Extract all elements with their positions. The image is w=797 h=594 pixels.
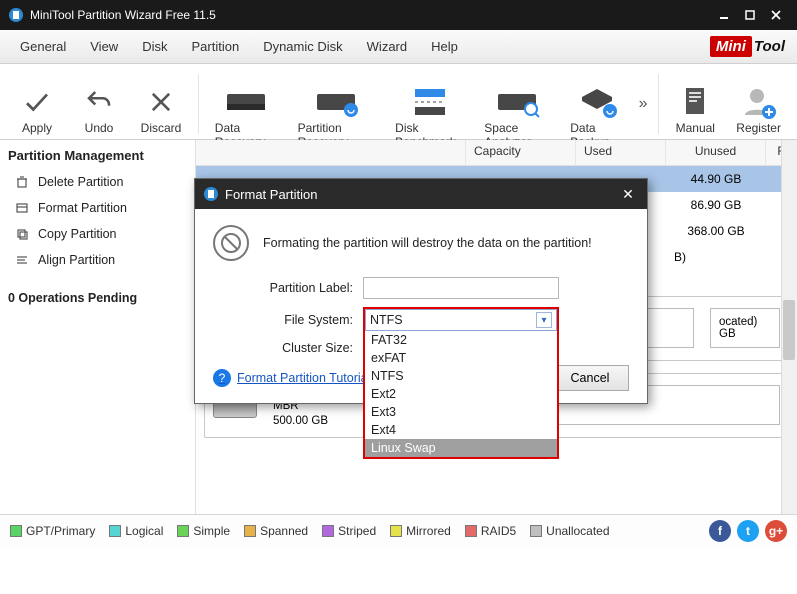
sidebar: Partition Management Delete Partition Fo…	[0, 140, 196, 514]
backup-icon	[570, 83, 624, 121]
tutorial-link[interactable]: ?Format Partition Tutoria	[213, 369, 368, 387]
legend-raid5: RAID5	[465, 524, 516, 538]
dialog-close-button[interactable]: ✕	[617, 186, 639, 203]
file-system-select[interactable]: NTFS ▾	[365, 309, 557, 331]
menu-general[interactable]: General	[8, 35, 78, 58]
fs-option-linux-swap[interactable]: Linux Swap	[365, 439, 557, 457]
format-partition-dialog: Format Partition ✕ Formating the partiti…	[194, 178, 648, 404]
menu-help[interactable]: Help	[419, 35, 470, 58]
partition-label-input[interactable]	[363, 277, 559, 299]
legend-gpt-primary: GPT/Primary	[10, 524, 95, 538]
help-icon: ?	[213, 369, 231, 387]
app-window: MiniTool Partition Wizard Free 11.5 Gene…	[0, 0, 797, 594]
warning-text: Formating the partition will destroy the…	[263, 236, 592, 250]
sidebar-delete-partition[interactable]: Delete Partition	[8, 169, 187, 195]
minimize-button[interactable]	[711, 5, 737, 25]
cluster-size-label: Cluster Size:	[213, 341, 363, 355]
x-icon	[140, 83, 182, 121]
chevron-down-icon: ▾	[536, 312, 552, 328]
apply-button[interactable]: Apply	[6, 69, 68, 139]
space-analyzer-button[interactable]: Space Analyzer	[474, 69, 560, 139]
legend-striped: Striped	[322, 524, 376, 538]
fs-option-fat32[interactable]: FAT32	[365, 331, 557, 349]
align-icon	[14, 252, 30, 268]
menu-view[interactable]: View	[78, 35, 130, 58]
legend-mirrored: Mirrored	[390, 524, 451, 538]
fs-option-exfat[interactable]: exFAT	[365, 349, 557, 367]
col-unused[interactable]: Unused	[666, 140, 766, 165]
close-button[interactable]	[763, 5, 789, 25]
col-capacity[interactable]: Capacity	[466, 140, 576, 165]
sidebar-heading: Partition Management	[8, 148, 187, 163]
menu-disk[interactable]: Disk	[130, 35, 179, 58]
scrollbar-track[interactable]	[781, 140, 797, 514]
menu-partition[interactable]: Partition	[179, 35, 251, 58]
drive-refresh-icon	[309, 83, 363, 121]
dialog-titlebar: Format Partition ✕	[195, 179, 647, 209]
gplus-icon[interactable]: g+	[765, 520, 787, 542]
sidebar-format-partition[interactable]: Format Partition	[8, 195, 187, 221]
legend-logical: Logical	[109, 524, 163, 538]
window-title: MiniTool Partition Wizard Free 11.5	[30, 8, 216, 22]
discard-button[interactable]: Discard	[130, 69, 192, 139]
menu-wizard[interactable]: Wizard	[355, 35, 419, 58]
copy-icon	[14, 226, 30, 242]
drive-search-icon	[490, 83, 544, 121]
file-system-label: File System:	[213, 313, 363, 327]
file-system-dropdown: FAT32 exFAT NTFS Ext2 Ext3 Ext4 Linux Sw…	[363, 331, 559, 459]
drive-icon	[219, 83, 273, 121]
twitter-icon[interactable]: t	[737, 520, 759, 542]
toolbar: Apply Undo Discard Data Recovery Partiti…	[0, 64, 797, 140]
operations-pending: 0 Operations Pending	[8, 291, 187, 305]
col-used[interactable]: Used	[576, 140, 666, 165]
scrollbar-thumb[interactable]	[783, 300, 795, 360]
menu-dynamic-disk[interactable]: Dynamic Disk	[251, 35, 354, 58]
user-add-icon	[738, 83, 780, 121]
dialog-title: Format Partition	[225, 187, 317, 202]
undo-button[interactable]: Undo	[68, 69, 130, 139]
check-icon	[16, 83, 58, 121]
status-bar: GPT/Primary Logical Simple Spanned Strip…	[0, 514, 797, 546]
undo-icon	[78, 83, 120, 121]
fs-option-ext4[interactable]: Ext4	[365, 421, 557, 439]
warning-icon	[213, 225, 249, 261]
format-icon	[14, 200, 30, 216]
cancel-button[interactable]: Cancel	[551, 365, 629, 391]
disk-benchmark-button[interactable]: Disk Benchmark	[385, 69, 474, 139]
menubar: General View Disk Partition Dynamic Disk…	[0, 30, 797, 64]
sidebar-align-partition[interactable]: Align Partition	[8, 247, 187, 273]
partition-recovery-button[interactable]: Partition Recovery	[288, 69, 386, 139]
fs-option-ext3[interactable]: Ext3	[365, 403, 557, 421]
sidebar-copy-partition[interactable]: Copy Partition	[8, 221, 187, 247]
dialog-icon	[203, 186, 219, 202]
partition-list-header: Capacity Used Unused F	[196, 140, 797, 166]
benchmark-icon	[403, 83, 457, 121]
document-icon	[674, 83, 716, 121]
legend-unallocated: Unallocated	[530, 524, 609, 538]
register-button[interactable]: Register	[726, 69, 791, 139]
brand-logo: MiniTool	[710, 38, 785, 55]
fs-option-ext2[interactable]: Ext2	[365, 385, 557, 403]
trash-icon	[14, 174, 30, 190]
data-backup-button[interactable]: Data Backup	[560, 69, 634, 139]
legend-spanned: Spanned	[244, 524, 308, 538]
fs-option-ntfs[interactable]: NTFS	[365, 367, 557, 385]
manual-button[interactable]: Manual	[664, 69, 726, 139]
allocation-segment[interactable]: ocated)GB	[710, 308, 780, 348]
data-recovery-button[interactable]: Data Recovery	[205, 69, 288, 139]
partition-label-label: Partition Label:	[213, 281, 363, 295]
legend-simple: Simple	[177, 524, 230, 538]
toolbar-overflow[interactable]: »	[635, 95, 652, 113]
titlebar: MiniTool Partition Wizard Free 11.5	[0, 0, 797, 30]
app-icon	[8, 7, 24, 23]
facebook-icon[interactable]: f	[709, 520, 731, 542]
maximize-button[interactable]	[737, 5, 763, 25]
